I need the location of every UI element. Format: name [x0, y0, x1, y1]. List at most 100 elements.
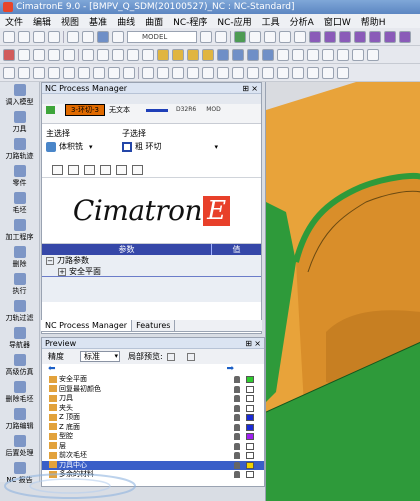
- pan-icon[interactable]: [279, 30, 291, 43]
- info-icon[interactable]: [337, 66, 349, 79]
- lock-icon[interactable]: [234, 452, 240, 459]
- line-tool-icon[interactable]: [18, 66, 30, 79]
- sweep-icon[interactable]: [202, 48, 214, 61]
- rib-icon[interactable]: [247, 66, 259, 79]
- draft-icon[interactable]: [142, 66, 154, 79]
- partial-preview-checkbox[interactable]: [166, 352, 175, 361]
- zoom-icon[interactable]: [264, 30, 276, 43]
- fillet-icon[interactable]: [232, 48, 244, 61]
- color-swatch[interactable]: [246, 404, 254, 412]
- menu-item-6[interactable]: NC-程序: [168, 15, 212, 28]
- lock-icon[interactable]: [234, 461, 240, 469]
- pin-icon[interactable]: ⊞: [245, 338, 252, 349]
- menu-item-7[interactable]: NC-应用: [212, 15, 256, 28]
- dimension-icon[interactable]: [108, 66, 120, 79]
- view-top-icon[interactable]: [324, 30, 336, 43]
- material-icon[interactable]: [116, 164, 127, 175]
- open-file-icon[interactable]: [18, 30, 30, 43]
- analyze-icon[interactable]: [307, 48, 319, 61]
- color-swatch[interactable]: [246, 433, 254, 440]
- color-swatch[interactable]: [246, 395, 254, 402]
- left-tool-1[interactable]: 刀具: [0, 109, 39, 136]
- left-tool-6[interactable]: 删除: [0, 244, 39, 271]
- blank-icon[interactable]: [63, 48, 75, 61]
- color-swatch[interactable]: [246, 452, 254, 459]
- measure-icon[interactable]: [322, 48, 334, 61]
- tool-icon[interactable]: [84, 164, 95, 175]
- zoom-in-icon[interactable]: [249, 30, 261, 43]
- menu-item-4[interactable]: 曲线: [112, 15, 140, 28]
- point-icon[interactable]: [82, 48, 94, 61]
- left-tool-11[interactable]: 删除毛坯: [0, 379, 39, 406]
- mirror-icon[interactable]: [48, 48, 60, 61]
- extrude-icon[interactable]: [172, 48, 184, 61]
- left-tool-0[interactable]: 调入模型: [0, 82, 39, 109]
- view-left-icon[interactable]: [369, 30, 381, 43]
- close-icon[interactable]: ×: [251, 83, 258, 94]
- shell-icon[interactable]: [157, 66, 169, 79]
- color-swatch[interactable]: [246, 442, 254, 450]
- split-icon[interactable]: [277, 48, 289, 61]
- layer-icon[interactable]: [200, 30, 212, 43]
- electrode-icon[interactable]: [277, 66, 289, 79]
- pointer-icon[interactable]: [3, 66, 15, 79]
- lock-icon[interactable]: [234, 433, 240, 440]
- color-icon[interactable]: [215, 30, 227, 43]
- left-tool-12[interactable]: 刀路编辑: [0, 406, 39, 433]
- save-icon[interactable]: [33, 30, 45, 43]
- preview-tree-item[interactable]: 回复最初颜色: [42, 385, 264, 395]
- new-file-icon[interactable]: [3, 30, 15, 43]
- color-swatch[interactable]: [246, 376, 254, 383]
- view-front-icon[interactable]: [339, 30, 351, 43]
- color-swatch[interactable]: [246, 471, 254, 478]
- view-back-icon[interactable]: [384, 30, 396, 43]
- procedure-row[interactable]: 3-环切-3 无文本 D32R6 MOD: [42, 104, 261, 116]
- lock-icon[interactable]: [234, 385, 240, 393]
- preview-tree-item[interactable]: 安全平面: [42, 375, 264, 385]
- rectangle-icon[interactable]: [142, 48, 154, 61]
- pin-icon[interactable]: ⊞: [242, 83, 249, 94]
- color-swatch[interactable]: [246, 414, 254, 421]
- move-icon[interactable]: [18, 48, 30, 61]
- collapse-icon[interactable]: −: [46, 256, 54, 265]
- blend-icon[interactable]: [217, 48, 229, 61]
- arc-icon[interactable]: [112, 48, 124, 61]
- menu-item-2[interactable]: 视图: [56, 15, 84, 28]
- undo-icon[interactable]: [67, 30, 79, 43]
- cut-icon[interactable]: [172, 66, 184, 79]
- preview-tree-item[interactable]: 刀具: [42, 394, 264, 404]
- lock-icon[interactable]: [234, 376, 240, 383]
- model-selector[interactable]: MODEL: [127, 30, 197, 43]
- parameter-group-safe-plane[interactable]: + 安全平面: [42, 266, 261, 277]
- left-tool-8[interactable]: 刀轨过滤: [0, 298, 39, 325]
- filter-icon[interactable]: [112, 30, 124, 43]
- line-icon[interactable]: [97, 48, 109, 61]
- left-tool-7[interactable]: 执行: [0, 271, 39, 298]
- curve-tool-icon[interactable]: [63, 66, 75, 79]
- left-tool-10[interactable]: 高级仿真: [0, 352, 39, 379]
- view-right-icon[interactable]: [354, 30, 366, 43]
- expand-icon[interactable]: +: [58, 267, 66, 276]
- menu-item-0[interactable]: 文件: [0, 15, 28, 28]
- lock-icon[interactable]: [234, 414, 240, 421]
- menu-item-5[interactable]: 曲面: [140, 15, 168, 28]
- properties-icon[interactable]: [307, 66, 319, 79]
- parameter-icon[interactable]: [100, 164, 111, 175]
- offset-icon[interactable]: [247, 48, 259, 61]
- spline-icon[interactable]: [127, 48, 139, 61]
- preview-tree-item[interactable]: Z 顶面: [42, 413, 264, 423]
- sub-select-dropdown[interactable]: 粗 环切 ▾: [122, 141, 218, 152]
- surface-icon[interactable]: [157, 48, 169, 61]
- preview-icon[interactable]: [132, 164, 143, 175]
- constraint-icon[interactable]: [123, 66, 135, 79]
- menu-item-1[interactable]: 编辑: [28, 15, 56, 28]
- menu-item-10[interactable]: 窗口W: [319, 15, 356, 28]
- close-icon[interactable]: ×: [254, 338, 261, 349]
- copy-icon[interactable]: [33, 48, 45, 61]
- lock-icon[interactable]: [234, 404, 240, 412]
- left-tool-9[interactable]: 导航器: [0, 325, 39, 352]
- trim-icon[interactable]: [262, 48, 274, 61]
- circle-tool-icon[interactable]: [33, 66, 45, 79]
- offset-tool-icon[interactable]: [93, 66, 105, 79]
- preview-tree-item[interactable]: 型腔: [42, 432, 264, 442]
